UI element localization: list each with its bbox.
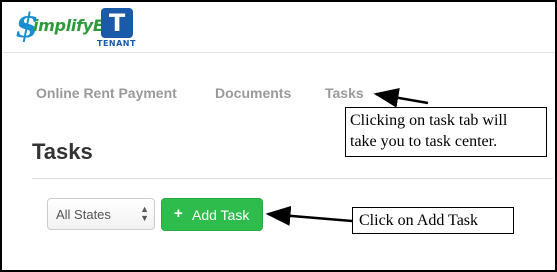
nav-item-documents[interactable]: Documents <box>215 85 291 101</box>
add-task-label: Add Task <box>192 207 250 223</box>
nav-item-online-rent-payment[interactable]: Online Rent Payment <box>36 85 177 101</box>
tasks-tab-callout: Clicking on task tab will take you to ta… <box>345 107 547 157</box>
add-callout-text: Click on Add Task <box>359 212 479 229</box>
state-filter-value: All States <box>56 207 111 222</box>
tasks-callout-line-1: Clicking on task tab will <box>350 112 508 129</box>
add-task-button[interactable]: + Add Task <box>161 198 263 231</box>
nav-item-tasks[interactable]: Tasks <box>325 85 364 101</box>
tasks-callout-line-2: take you to task center. <box>350 133 498 150</box>
app-header: $ implifyEm T TENANT <box>2 2 555 53</box>
page-title: Tasks <box>32 139 93 164</box>
add-task-callout: Click on Add Task <box>352 207 514 234</box>
plus-icon: + <box>174 205 183 222</box>
select-updown-icon: ▲ ▼ <box>140 204 149 223</box>
simplifyem-tenant-logo[interactable]: $ implifyEm T TENANT <box>15 8 140 50</box>
logo-tenant-badge: T <box>101 8 133 38</box>
state-filter-select[interactable]: All States ▲ ▼ <box>47 198 155 230</box>
title-divider <box>32 178 553 179</box>
logo-tenant-label: TENANT <box>97 39 136 48</box>
